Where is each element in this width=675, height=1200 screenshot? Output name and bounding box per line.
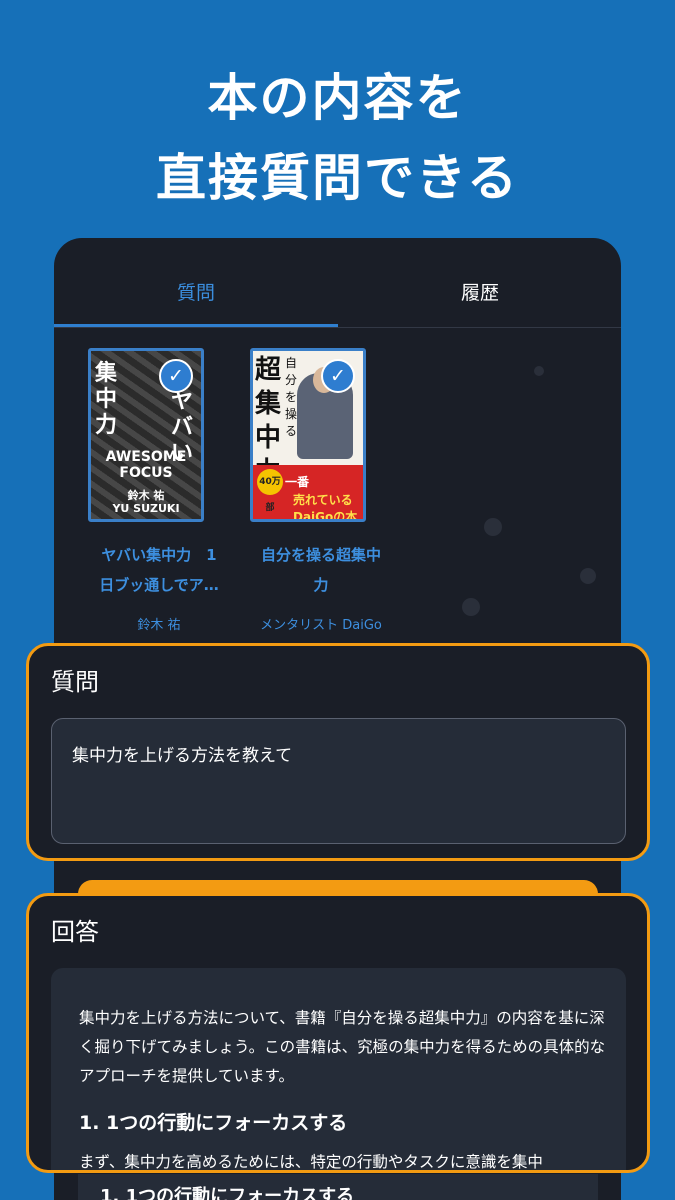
answer-paragraph: まず、集中力を高めるためには、特定の行動やタスクに意識を集中 [79, 1153, 543, 1171]
cover-seal: 40万部 [257, 469, 283, 513]
cover-title: 集中力 [95, 361, 118, 438]
tab-bar: 質問 履歴 [54, 238, 621, 328]
cover-subtitle: 自分を操る [285, 356, 298, 438]
question-label: 質問 [51, 668, 99, 696]
answer-body: 集中力を上げる方法について、書籍『自分を操る超集中力』の内容を基に深く掘り下げて… [79, 1009, 606, 1085]
question-panel: 質問 集中力を上げる方法を教えて [26, 643, 650, 861]
headline-line-1: 本の内容を [207, 69, 468, 127]
bg-dot [534, 366, 544, 376]
headline-line-2: 直接質問できる [156, 149, 519, 207]
book-title[interactable]: 自分を操る超集中 力 [226, 540, 416, 600]
book-author: メンタリスト DaiGo [260, 618, 382, 633]
tab-question[interactable]: 質問 [54, 278, 338, 305]
cover-band-text: 一番 [285, 475, 310, 489]
bg-dot [580, 568, 596, 584]
bg-dot [484, 518, 502, 536]
book-cover[interactable]: 集中力 ヤバい AWESOME FOCUS 鈴木 祐 YU SUZUKI ✓ [88, 348, 204, 522]
answer-heading: 1. 1つの行動にフォーカスする [79, 1112, 348, 1134]
question-input[interactable]: 集中力を上げる方法を教えて [51, 718, 626, 844]
active-tab-indicator [54, 324, 338, 327]
selected-check-icon[interactable]: ✓ [321, 359, 355, 393]
answer-content: 集中力を上げる方法について、書籍『自分を操る超集中力』の内容を基に深く掘り下げて… [51, 968, 626, 1171]
cover-band-text-2: 売れている DaiGoの本 [293, 493, 358, 522]
cover-author: 鈴木 祐 YU SUZUKI [112, 489, 180, 515]
answer-panel: 回答 集中力を上げる方法について、書籍『自分を操る超集中力』の内容を基に深く掘り… [26, 893, 650, 1173]
book-card[interactable]: 集中力 ヤバい AWESOME FOCUS 鈴木 祐 YU SUZUKI ✓ ヤ… [64, 348, 219, 633]
answer-overflow-heading: 1. 1つの行動にフォーカスする [100, 1186, 355, 1200]
cover-en-title: AWESOME FOCUS [105, 449, 187, 481]
book-cover[interactable]: 超集中力 自分を操る 40万部 一番 売れている DaiGoの本 ✓ [250, 348, 366, 522]
bg-dot [462, 598, 480, 616]
book-card[interactable]: 超集中力 自分を操る 40万部 一番 売れている DaiGoの本 ✓ 自分を操る… [226, 348, 382, 633]
answer-label: 回答 [51, 918, 99, 946]
tab-history[interactable]: 履歴 [338, 278, 621, 305]
selected-check-icon[interactable]: ✓ [159, 359, 193, 393]
headline: 本の内容を 直接質問できる [0, 58, 675, 218]
question-input-text[interactable]: 集中力を上げる方法を教えて [72, 741, 292, 766]
